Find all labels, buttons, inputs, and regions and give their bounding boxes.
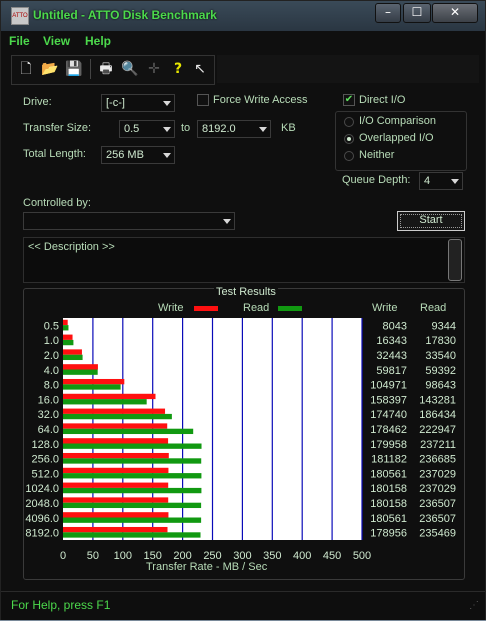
status-text: For Help, press F1: [11, 598, 111, 612]
menu-help[interactable]: Help: [85, 34, 111, 48]
kb-label: KB: [281, 122, 296, 134]
neither-label: Neither: [359, 149, 395, 161]
controlled-by-label: Controlled by:: [23, 197, 91, 209]
start-button[interactable]: Start: [397, 211, 465, 231]
drive-label: Drive:: [23, 96, 52, 108]
transfer-size-from-select[interactable]: 0.5: [119, 120, 175, 138]
atto-app-icon: ATTO: [11, 7, 29, 25]
chevron-down-icon: [163, 153, 171, 158]
chevron-down-icon: [223, 219, 231, 224]
chevron-down-icon: [163, 101, 171, 106]
menu-view[interactable]: View: [43, 34, 70, 48]
legend-write-label: Write: [158, 302, 184, 314]
window-title: Untitled - ATTO Disk Benchmark: [33, 8, 217, 22]
toolbar-separator: [90, 59, 91, 79]
controlled-by-select[interactable]: [23, 212, 235, 230]
title-bar[interactable]: ATTO Untitled - ATTO Disk Benchmark – ☐ …: [1, 1, 485, 31]
print-preview-icon[interactable]: 🔍: [120, 59, 140, 79]
save-icon[interactable]: 💾: [64, 59, 84, 79]
queue-depth-label: Queue Depth:: [342, 174, 411, 186]
description-text: << Description >>: [28, 241, 115, 253]
direct-io-label: Direct I/O: [359, 94, 406, 106]
transfer-size-to-select[interactable]: 8192.0: [197, 120, 271, 138]
column-header-write: Write: [372, 302, 398, 314]
total-length-select[interactable]: 256 MB: [101, 146, 175, 164]
description-scrollbar[interactable]: [448, 239, 462, 281]
transfer-to-value: 8192.0: [202, 123, 236, 135]
checkmark-icon: ✔: [344, 94, 354, 105]
direct-io-checkbox[interactable]: ✔: [343, 94, 355, 106]
total-length-label: Total Length:: [23, 148, 86, 160]
legend-read-swatch: [278, 306, 302, 311]
status-bar: For Help, press F1 ⋰: [1, 591, 485, 620]
toolbar: 🗋 📂 💾 🖶 🔍 ✛ ? ↖: [11, 55, 215, 85]
chevron-down-icon: [451, 179, 459, 184]
io-comparison-radio[interactable]: [344, 117, 354, 127]
column-header-read: Read: [420, 302, 447, 314]
app-window: ATTO Untitled - ATTO Disk Benchmark – ☐ …: [0, 0, 486, 620]
overlapped-io-label: Overlapped I/O: [359, 132, 434, 144]
minimize-icon: –: [385, 5, 391, 19]
menu-file[interactable]: File: [9, 34, 30, 48]
open-folder-icon[interactable]: 📂: [40, 59, 60, 79]
x-axis-label: Transfer Rate - MB / Sec: [146, 561, 268, 573]
io-comparison-label: I/O Comparison: [359, 115, 437, 127]
close-icon: ✕: [449, 5, 461, 19]
context-help-icon[interactable]: ↖: [190, 59, 210, 79]
chevron-down-icon: [259, 127, 267, 132]
force-write-label: Force Write Access: [213, 94, 308, 106]
drive-select[interactable]: [-c-]: [101, 94, 175, 112]
transfer-from-value: 0.5: [124, 123, 140, 135]
maximize-button[interactable]: ☐: [403, 3, 431, 23]
test-results-panel: Test Results Write Read Write Read Trans…: [23, 286, 465, 580]
description-box[interactable]: << Description >>: [23, 237, 465, 283]
chart-title: Test Results: [214, 286, 278, 298]
minimize-button[interactable]: –: [375, 3, 401, 23]
to-label: to: [181, 122, 191, 134]
close-button[interactable]: ✕: [432, 3, 478, 23]
legend-read-label: Read: [243, 302, 270, 314]
resize-grip-icon[interactable]: ⋰: [469, 600, 479, 611]
queue-depth-select[interactable]: 4: [419, 172, 463, 190]
print-icon[interactable]: 🖶: [96, 59, 116, 79]
drive-value: [-c-]: [106, 97, 125, 109]
toolbar-filler: [217, 55, 479, 83]
force-write-checkbox[interactable]: [197, 94, 209, 106]
overlapped-io-radio[interactable]: [344, 134, 354, 144]
maximize-icon: ☐: [411, 5, 423, 19]
queue-depth-value: 4: [424, 175, 431, 187]
crosshair-icon[interactable]: ✛: [144, 59, 164, 79]
chevron-down-icon: [163, 127, 171, 132]
transfer-size-label: Transfer Size:: [23, 122, 92, 134]
new-file-icon[interactable]: 🗋: [16, 59, 36, 79]
neither-radio[interactable]: [344, 151, 354, 161]
help-icon[interactable]: ?: [168, 59, 188, 79]
total-length-value: 256 MB: [106, 149, 144, 161]
legend-write-swatch: [194, 306, 218, 311]
